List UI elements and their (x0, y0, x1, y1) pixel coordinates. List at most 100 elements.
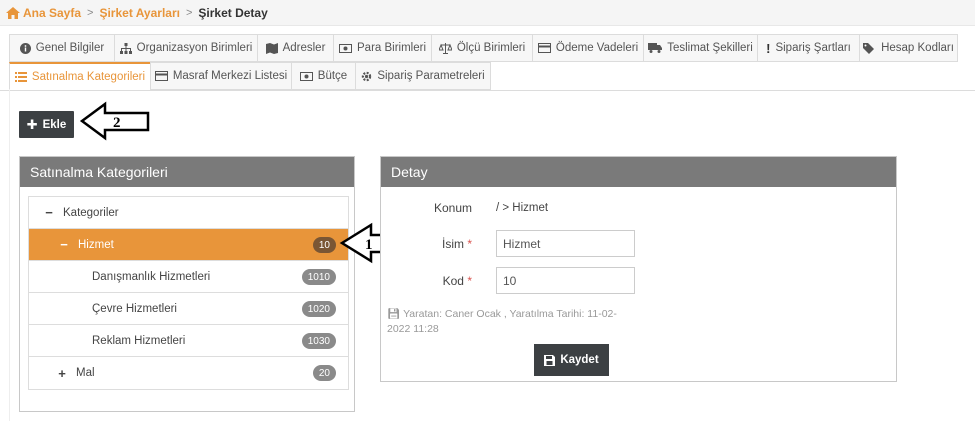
tab-label: Teslimat Şekilleri (667, 42, 753, 54)
chevron-right-icon: > (87, 6, 94, 19)
detail-panel: Detay Konum / > Hizmet İsim * Hizmet Kod… (380, 156, 897, 382)
tab-satinalma-kategorileri[interactable]: Satınalma Kategorileri (9, 62, 150, 90)
tab-odeme-vadeleri[interactable]: Ödeme Vadeleri (532, 34, 643, 62)
tab-siparis-sartlari[interactable]: ! Sipariş Şartları (757, 34, 859, 62)
tab-label: Ölçü Birimleri (456, 42, 526, 54)
tab-label: Hesap Kodları (881, 42, 954, 54)
code-badge: 1030 (301, 333, 336, 349)
tab-label: Ödeme Vadeleri (555, 42, 639, 54)
code-input[interactable]: 10 (496, 267, 635, 294)
name-label-text: İsim (441, 236, 464, 251)
chevron-right-icon: > (185, 6, 193, 19)
add-button-label: Ekle (42, 118, 67, 131)
truck-icon (648, 43, 663, 53)
tree-item-label: Kategoriler (63, 206, 119, 219)
home-icon (6, 6, 20, 19)
tab-genel-bilgiler[interactable]: Genel Bilgiler (9, 34, 114, 62)
tab-hesap-kodlari[interactable]: Hesap Kodları (859, 34, 958, 62)
balance-scale-icon (438, 42, 452, 54)
tab-adresler[interactable]: Adresler (257, 34, 333, 62)
name-input[interactable]: Hizmet (496, 230, 635, 257)
tab-label: Genel Bilgiler (35, 42, 105, 54)
tab-label: Organizasyon Birimleri (136, 42, 253, 54)
code-row: Kod * 10 (381, 267, 635, 294)
creation-info-line2: 2022 11:28 (387, 323, 439, 335)
tree-item-reklam-hizmetleri[interactable]: Reklam Hizmetleri 1030 (29, 325, 348, 357)
breadcrumb-current: Şirket Detay (198, 5, 268, 20)
tab-label: Sipariş Parametreleri (377, 70, 485, 82)
add-button[interactable]: ✚ Ekle (19, 111, 74, 138)
tab-organizasyon-birimleri[interactable]: Organizasyon Birimleri (114, 34, 257, 62)
tree-item-cevre-hizmetleri[interactable]: Çevre Hizmetleri 1020 (29, 293, 348, 325)
tree-item-label: Reklam Hizmetleri (92, 334, 186, 347)
tree-item-kategoriler[interactable]: − Kategoriler (29, 197, 348, 229)
breadcrumb-settings-link[interactable]: Şirket Ayarları (99, 6, 180, 20)
info-icon (19, 42, 31, 54)
plus-icon: ✚ (26, 116, 38, 132)
tab-label: Adresler (282, 42, 326, 54)
credit-card-icon (537, 43, 551, 53)
sitemap-icon (119, 42, 132, 54)
code-badge: 20 (312, 365, 336, 381)
tab-label: Bütçe (317, 70, 348, 82)
tab-label: Para Birimleri (357, 42, 427, 54)
save-icon: 💾︎ (387, 308, 401, 320)
tab-label: Masraf Merkezi Listesi (172, 70, 288, 82)
name-label: İsim * (381, 237, 496, 251)
content-border (9, 90, 10, 421)
tab-label: Sipariş Şartları (775, 42, 851, 54)
expand-icon[interactable]: + (56, 366, 68, 381)
tab-label: Satınalma Kategorileri (31, 70, 146, 83)
creation-info: 💾︎ Yaratan: Caner Ocak , Yaratılma Tarih… (387, 307, 617, 337)
tab-teslimat-sekilleri[interactable]: Teslimat Şekilleri (643, 34, 757, 62)
code-badge: 1010 (301, 269, 336, 285)
annotation-number-1: 1 (365, 237, 373, 253)
location-label: Konum (433, 201, 472, 215)
tab-butce[interactable]: Bütçe (291, 62, 355, 90)
collapse-icon[interactable]: − (58, 237, 70, 252)
tab-para-birimleri[interactable]: Para Birimleri (333, 34, 431, 62)
name-row: İsim * Hizmet (381, 230, 635, 257)
location-row: Konum / > Hizmet (381, 201, 548, 215)
credit-card-icon (154, 71, 168, 81)
breadcrumb: Ana Sayfa > Şirket Ayarları > Şirket Det… (0, 0, 975, 26)
detail-panel-title: Detay (381, 157, 896, 187)
tags-icon (863, 42, 876, 54)
tree-item-label: Hizmet (78, 238, 114, 251)
save-button-label: Kaydet (560, 354, 599, 366)
tree-item-mal[interactable]: + Mal 20 (29, 357, 348, 389)
tab-masraf-merkezi-listesi[interactable]: Masraf Merkezi Listesi (150, 62, 291, 90)
creation-info-line1: Yaratan: Caner Ocak , Yaratılma Tarihi: … (403, 308, 617, 320)
tab-divider (0, 90, 975, 91)
tab-siparis-parametreleri[interactable]: Sipariş Parametreleri (355, 62, 491, 90)
tab-row-1: Genel Bilgiler Organizasyon Birimleri Ad… (9, 34, 975, 62)
code-label: Kod * (381, 274, 496, 288)
tab-row-2: Satınalma Kategorileri Masraf Merkezi Li… (9, 62, 975, 90)
map-icon (265, 42, 278, 54)
tree-item-danismanlik-hizmetleri[interactable]: Danışmanlık Hizmetleri 1010 (29, 261, 348, 293)
exclamation-icon: ! (766, 40, 771, 56)
money-icon (339, 43, 352, 53)
categories-panel: Satınalma Kategorileri − Kategoriler − H… (19, 156, 355, 412)
tab-bar: Genel Bilgiler Organizasyon Birimleri Ad… (9, 34, 975, 90)
code-label-text: Kod (442, 273, 464, 288)
money-icon (299, 71, 313, 81)
list-icon (14, 71, 27, 82)
tab-olcu-birimleri[interactable]: Ölçü Birimleri (431, 34, 532, 62)
tree-item-label: Mal (76, 367, 95, 379)
tree-item-label: Çevre Hizmetleri (92, 302, 177, 315)
code-badge: 10 (312, 237, 336, 253)
categories-panel-title: Satınalma Kategorileri (20, 157, 354, 187)
code-badge: 1020 (301, 301, 336, 317)
save-button[interactable]: Kaydet (534, 344, 609, 376)
breadcrumb-home-link[interactable]: Ana Sayfa (23, 6, 81, 20)
floppy-disk-icon (544, 354, 556, 366)
annotation-arrow-2: 2 (79, 101, 150, 141)
collapse-icon[interactable]: − (43, 205, 55, 220)
location-value: / > Hizmet (496, 202, 549, 214)
tree-item-hizmet[interactable]: − Hizmet 10 (29, 229, 348, 261)
annotation-number-2: 2 (113, 115, 121, 131)
category-tree: − Kategoriler − Hizmet 10 Danışmanlık Hi… (28, 196, 349, 390)
gear-icon (361, 71, 372, 82)
required-mark: * (467, 273, 472, 288)
